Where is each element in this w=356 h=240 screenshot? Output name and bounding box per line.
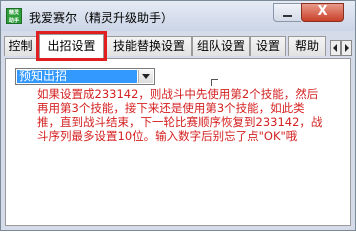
tab-settings[interactable]: 设置 xyxy=(250,36,286,56)
tab-scroll-arrows[interactable] xyxy=(330,40,352,56)
close-icon: X xyxy=(317,4,328,19)
app-icon-text-top: 精灵 xyxy=(8,10,19,16)
tab-team-settings[interactable]: 组队设置 xyxy=(192,36,250,56)
attack-settings-panel: 预知出招 如果设置成233142，则战斗中先使用第2个技能，然后再用第3个技能，… xyxy=(5,58,351,226)
title-bar[interactable]: 精灵 助手 我爱赛尔（精灵升级助手） X xyxy=(1,1,355,31)
minimize-button[interactable] xyxy=(273,3,301,22)
tab-attack-settings[interactable]: 出招设置 xyxy=(36,31,107,61)
app-icon: 精灵 助手 xyxy=(6,8,22,24)
window-title: 我爱赛尔（精灵升级助手） xyxy=(29,11,174,25)
app-icon-text-bottom: 助手 xyxy=(8,18,19,24)
tab-help[interactable]: 帮助 xyxy=(288,36,326,56)
help-text: 如果设置成233142，则战斗中先使用第2个技能，然后再用第3个技能，接下来还是… xyxy=(37,87,323,143)
chevron-down-icon[interactable] xyxy=(138,70,153,83)
skill-sequence-value: 预知出招 xyxy=(17,70,137,83)
tab-strip: 控制 出招设置 技能替换设置 组队设置 设置 帮助 xyxy=(2,31,354,61)
app-window: 精灵 助手 我爱赛尔（精灵升级助手） X 控制 出招设置 技能替换设置 组队设置… xyxy=(0,0,356,231)
tab-control[interactable]: 控制 xyxy=(4,36,37,56)
skill-sequence-select[interactable]: 预知出招 xyxy=(15,68,155,85)
mouse-cursor-icon xyxy=(211,79,218,86)
close-button[interactable]: X xyxy=(301,3,344,22)
tab-skill-replace-settings[interactable]: 技能替换设置 xyxy=(106,36,192,56)
